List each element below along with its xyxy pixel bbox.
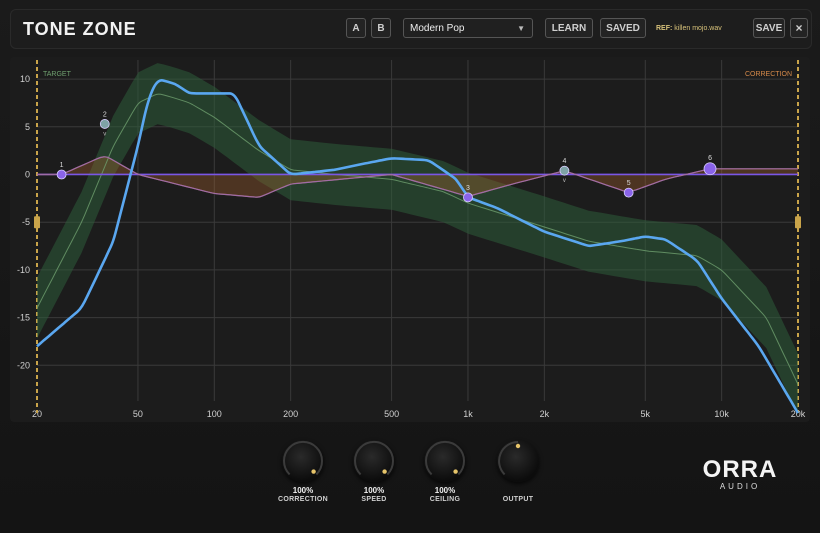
eq-node-2[interactable] — [99, 119, 110, 129]
logo-wordmark: ORRA — [702, 456, 778, 483]
knob-indicator — [382, 469, 387, 474]
eq-node-label: 4 — [562, 158, 566, 165]
plugin-window: TONE ZONE A B Modern Pop ▼ LEARN SAVED R… — [0, 0, 820, 533]
eq-graph[interactable]: 20 50 100 200 500 1k 2k 5k 10k 20k 10 5 0 -5 -10 -15 -20… — [10, 57, 810, 422]
knob-track — [283, 441, 323, 476]
eq-node-4[interactable] — [559, 165, 570, 176]
output-knob[interactable] — [497, 440, 539, 482]
knob-arc — [354, 441, 394, 476]
x-tick-label: 50 — [133, 409, 143, 419]
eq-graph-canvas[interactable]: 20 50 100 200 500 1k 2k 5k 10k 20k1050-5-10-15-20… — [10, 57, 810, 422]
speed-knob[interactable] — [353, 440, 395, 482]
x-tick-label: 1k — [463, 409, 473, 419]
knob-label: CORRECTION — [277, 496, 329, 503]
knob-output: OUTPUT — [483, 440, 553, 503]
knob-indicator — [515, 443, 521, 449]
knob-label: SPEED — [361, 496, 387, 503]
x-tick-label: 5k — [641, 409, 651, 419]
eq-node-1[interactable] — [56, 169, 67, 180]
knob-track — [498, 441, 519, 476]
compare-b-button[interactable]: B — [371, 18, 391, 38]
preset-dropdown[interactable]: Modern Pop ▼ — [403, 18, 533, 38]
knob-indicator — [311, 469, 316, 474]
compare-a-button[interactable]: A — [346, 18, 366, 38]
knob-speed: 100% SPEED — [339, 440, 409, 503]
knob-label: OUTPUT — [502, 496, 534, 503]
close-button[interactable]: × — [790, 18, 808, 38]
knob-ceiling: 100% CEILING — [410, 440, 480, 503]
saved-button[interactable]: SAVED — [600, 18, 646, 38]
chevron-down-icon: ▼ — [517, 24, 525, 33]
knob-value: 100% — [434, 486, 456, 495]
reference-filename: killen mojo.wav — [674, 25, 722, 32]
y-tick-label: 10 — [20, 74, 30, 84]
y-tick-label: -5 — [22, 217, 30, 227]
knob-label: CEILING — [429, 496, 461, 503]
eq-node-label: 2 — [103, 111, 107, 118]
eq-node-3[interactable] — [463, 192, 473, 203]
correction-legend-label: CORRECTION — [745, 71, 792, 78]
knob-indicator — [453, 469, 458, 474]
target-tolerance-band — [37, 63, 798, 415]
plugin-title: TONE ZONE — [23, 19, 137, 39]
eq-node-label: 3 — [466, 185, 470, 192]
left-range-grip[interactable] — [34, 216, 40, 229]
learn-button[interactable]: LEARN — [545, 18, 593, 38]
y-tick-label: 0 — [25, 169, 30, 179]
save-button[interactable]: SAVE — [753, 18, 785, 38]
reference-label: REF: — [656, 25, 673, 32]
knob-track — [354, 441, 394, 476]
correction-knob[interactable] — [282, 440, 324, 482]
controls-panel: 100% CORRECTION 100% SPEED 100% CEILING OUTPUT… — [0, 428, 820, 533]
header-bar: TONE ZONE A B Modern Pop ▼ LEARN SAVED R… — [10, 9, 812, 49]
node-shape-indicator: v — [103, 131, 106, 137]
knob-value: 100% — [292, 486, 314, 495]
knob-track — [425, 441, 465, 476]
target-legend-label: TARGET — [43, 71, 72, 78]
x-tick-label: 2k — [540, 409, 550, 419]
brand-logo: ORRA AUDIO — [700, 456, 780, 491]
eq-node-5[interactable] — [623, 187, 634, 198]
y-tick-label: -15 — [17, 313, 30, 323]
knob-value: 100% — [363, 486, 385, 495]
eq-node-label: 6 — [708, 155, 712, 162]
knob-arc — [283, 441, 323, 476]
reference-file: REF: killen mojo.wav — [656, 25, 722, 32]
ceiling-knob[interactable] — [424, 440, 466, 482]
eq-node-label: 1 — [60, 162, 64, 169]
knob-value — [483, 486, 553, 496]
knob-correction: 100% CORRECTION — [268, 440, 338, 503]
x-tick-label: 200 — [283, 409, 298, 419]
eq-node-label: 5 — [627, 180, 631, 187]
preset-value: Modern Pop — [410, 22, 465, 34]
eq-node-6[interactable] — [703, 162, 717, 176]
knob-arc — [498, 441, 521, 476]
x-tick-label: 100 — [207, 409, 222, 419]
knob-arc — [425, 441, 465, 476]
y-tick-label: -10 — [17, 265, 30, 275]
x-tick-label: 10k — [714, 409, 729, 419]
y-tick-label: -20 — [17, 360, 30, 370]
y-tick-label: 5 — [25, 122, 30, 132]
node-shape-indicator: v — [563, 178, 566, 184]
x-tick-label: 500 — [384, 409, 399, 419]
right-range-grip[interactable] — [795, 216, 801, 229]
